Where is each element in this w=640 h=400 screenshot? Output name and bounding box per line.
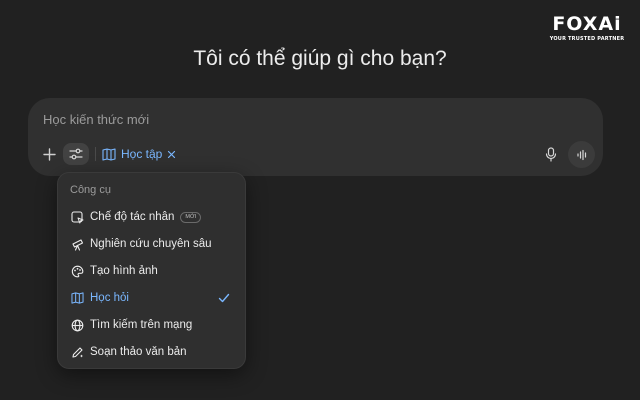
logo-wordmark: FOXAi [552,13,622,35]
book-icon [70,292,84,304]
menu-item-write-document[interactable]: Soạn thảo văn bản [64,340,241,364]
microphone-icon [545,146,557,162]
active-tool-label: Học tập [121,147,163,161]
tools-button[interactable] [63,143,89,165]
palette-icon [71,265,83,277]
pen-icon [71,346,83,358]
prompt-composer: Học kiến thức mới Học tập [28,98,603,176]
menu-item-study[interactable]: Học hỏi [64,286,241,310]
menu-item-deep-research[interactable]: Nghiên cứu chuyên sâu [64,232,241,256]
menu-item-label: Nghiên cứu chuyên sâu [90,238,212,250]
prompt-input[interactable]: Học kiến thức mới [43,112,563,127]
active-tool-chip[interactable]: Học tập [102,145,176,163]
toolbar-divider [95,147,96,161]
tools-menu-heading: Công cụ [70,184,111,196]
page-headline: Tôi có thể giúp gì cho bạn? [193,47,447,70]
menu-item-label: Tìm kiếm trên mạng [90,319,193,331]
dictate-button[interactable] [541,144,561,164]
checkmark-icon [218,293,230,303]
menu-item-create-image[interactable]: Tạo hình ảnh [64,259,241,283]
voice-mode-button[interactable] [568,141,595,168]
new-badge: MỚI [180,211,202,223]
close-icon[interactable] [167,150,176,159]
telescope-icon [71,238,83,251]
menu-item-label: Soạn thảo văn bản [90,346,187,358]
menu-item-label: Tạo hình ảnh [90,265,158,277]
sliders-icon [69,148,83,160]
plus-icon [42,147,56,161]
menu-item-label: Chế độ tác nhân [90,211,175,223]
book-icon [102,147,116,161]
add-attachment-button[interactable] [39,144,59,164]
menu-item-agent-mode[interactable]: Chế độ tác nhân MỚI [64,205,241,229]
foxai-logo: FOXAi YOUR TRUSTED PARTNER [548,14,626,42]
tools-menu: Công cụ Chế độ tác nhân MỚI Nghiên cứu c… [57,172,246,369]
menu-item-label: Học hỏi [90,292,129,304]
logo-tagline: YOUR TRUSTED PARTNER [549,36,625,42]
globe-icon [71,319,83,331]
agent-icon [70,210,83,223]
menu-item-web-search[interactable]: Tìm kiếm trên mạng [64,313,241,337]
voice-wave-icon [576,149,586,160]
